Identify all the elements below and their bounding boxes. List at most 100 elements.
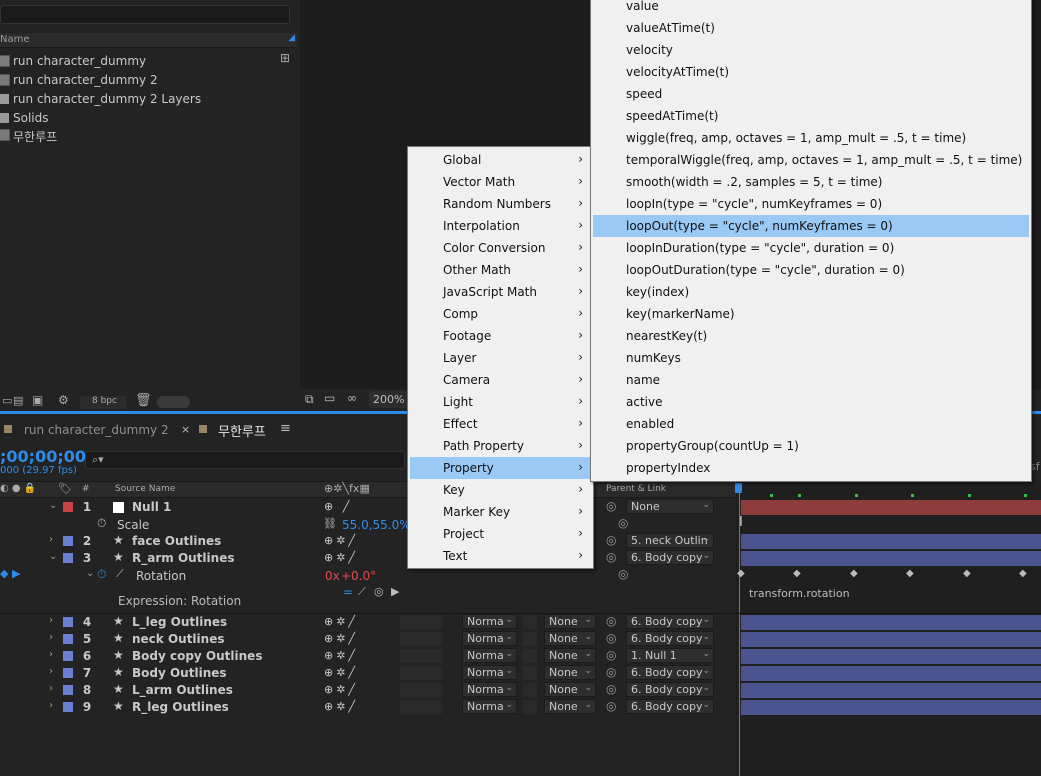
menu-item[interactable]: loopOutDuration(type = "cycle", duration…	[593, 259, 1029, 281]
scale-value[interactable]: 55.0,55.0%	[342, 518, 411, 532]
menu-item[interactable]: velocityAtTime(t)	[593, 61, 1029, 83]
menu-item[interactable]: Color Conversion ›	[410, 237, 591, 259]
project-column-header[interactable]: Name ◢	[0, 33, 297, 48]
constrain-link-icon[interactable]: ⛓	[323, 517, 337, 530]
layer-bar[interactable]	[741, 666, 1041, 681]
label-color[interactable]	[63, 502, 73, 512]
project-item[interactable]: 무한루프	[0, 126, 297, 145]
menu-item[interactable]: Property ›	[410, 457, 591, 479]
layer-row[interactable]: › 9 ★ R_leg Outlines ⊕✲╱ Norma ⌄ None ⌄ ◎ 6. Body …	[0, 699, 736, 716]
layer-name[interactable]: neck Outlines	[132, 632, 224, 646]
mode-dropdown[interactable]: Norma ⌄	[462, 648, 517, 663]
menu-item[interactable]: value	[593, 0, 1029, 17]
layer-bar[interactable]	[741, 683, 1041, 698]
marker[interactable]	[798, 494, 801, 497]
menu-item[interactable]: Marker Key ›	[410, 501, 591, 523]
keyframe-nav-icon[interactable]: ◆ ▶	[0, 567, 20, 580]
hamburger-icon[interactable]: ≡	[280, 421, 291, 436]
twirl-right-icon[interactable]: ›	[49, 649, 53, 660]
twirl-right-icon[interactable]: ›	[49, 683, 53, 694]
project-item[interactable]: run character_dummy 2	[0, 71, 297, 90]
marker[interactable]	[1024, 494, 1027, 497]
layer-name[interactable]: Null 1	[132, 500, 171, 514]
menu-item[interactable]: Effect ›	[410, 413, 591, 435]
menu-item[interactable]: Footage ›	[410, 325, 591, 347]
mode-dropdown[interactable]: Norma ⌄	[462, 631, 517, 646]
source-name-column[interactable]: Source Name	[115, 484, 175, 494]
layer-switches[interactable]: ⊕✲╱	[324, 615, 358, 628]
blank-switches[interactable]	[400, 615, 442, 629]
track-matte-dropdown[interactable]: None ⌄	[544, 648, 596, 663]
menu-item[interactable]: Camera ›	[410, 369, 591, 391]
layer-switches[interactable]: ⊕✲╱	[324, 551, 358, 564]
menu-item[interactable]: Path Property ›	[410, 435, 591, 457]
mode-dropdown[interactable]: Norma ⌄	[462, 682, 517, 697]
mode-dropdown[interactable]: Norma ⌄	[462, 614, 517, 629]
layer-name[interactable]: Body copy Outlines	[132, 649, 262, 663]
twirl-right-icon[interactable]: ›	[49, 632, 53, 643]
project-item[interactable]: run character_dummy	[0, 52, 297, 71]
twirl-right-icon[interactable]: ›	[49, 615, 53, 626]
property-row-scale[interactable]: ⏱ Scale ⛓ 55.0,55.0% ◎	[0, 516, 736, 533]
pickwhip-icon[interactable]: ◎	[606, 499, 616, 513]
marker[interactable]	[911, 494, 914, 497]
layer-switches[interactable]: ⊕✲╱	[324, 534, 358, 547]
pickwhip-icon[interactable]: ◎	[606, 614, 616, 628]
stopwatch-icon[interactable]: ⏱	[97, 516, 106, 531]
menu-item[interactable]: propertyIndex	[593, 457, 1029, 479]
keyframe[interactable]: ◆	[850, 568, 858, 579]
expression-enable-icon[interactable]: =	[343, 585, 353, 599]
label-color[interactable]	[63, 536, 73, 546]
pickwhip-icon[interactable]: ◎	[606, 550, 616, 564]
stopwatch-icon[interactable]: ⏱	[97, 567, 106, 582]
cti-head[interactable]	[735, 483, 742, 493]
layer-bar[interactable]	[741, 500, 1041, 515]
menu-item[interactable]: speedAtTime(t)	[593, 105, 1029, 127]
tab-run-character-dummy-2[interactable]: run character_dummy 2	[0, 418, 170, 440]
av-features-icons[interactable]: ◐ ● 🔒	[0, 483, 36, 494]
preserve-transparency-toggle[interactable]	[523, 632, 537, 646]
menu-item[interactable]: temporalWiggle(freq, amp, octaves = 1, a…	[593, 149, 1029, 171]
pickwhip-icon[interactable]: ◎	[618, 567, 628, 581]
pickwhip-icon[interactable]: ◎	[606, 533, 616, 547]
twirl-right-icon[interactable]: ›	[49, 700, 53, 711]
marker[interactable]	[968, 494, 971, 497]
parent-dropdown[interactable]: 6. Body copy ⌄	[626, 614, 714, 629]
parent-dropdown[interactable]: 6. Body copy ⌄	[626, 550, 714, 565]
preserve-transparency-toggle[interactable]	[523, 700, 537, 714]
menu-item[interactable]: loopIn(type = "cycle", numKeyframes = 0)	[593, 193, 1029, 215]
label-color[interactable]	[63, 651, 73, 661]
twirl-right-icon[interactable]: ›	[49, 666, 53, 677]
pickwhip-icon[interactable]: ◎	[606, 631, 616, 645]
menu-item[interactable]: Layer ›	[410, 347, 591, 369]
pickwhip-icon[interactable]: ◎	[606, 648, 616, 662]
project-item[interactable]: run character_dummy 2 Layers	[0, 90, 297, 109]
menu-item[interactable]: Vector Math ›	[410, 171, 591, 193]
label-color[interactable]	[63, 634, 73, 644]
pickwhip-icon[interactable]: ◎	[606, 682, 616, 696]
label-color[interactable]	[63, 685, 73, 695]
menu-item[interactable]: Global ›	[410, 149, 591, 171]
parent-dropdown[interactable]: None ⌄	[626, 499, 714, 514]
label-column-icon[interactable]: 🏷	[58, 482, 72, 495]
twirl-down-icon[interactable]: ⌄	[86, 568, 94, 579]
keyframe[interactable]: ◆	[906, 568, 914, 579]
menu-item[interactable]: active	[593, 391, 1029, 413]
rotation-revolutions[interactable]: 0x	[325, 569, 340, 583]
menu-item[interactable]: loopInDuration(type = "cycle", duration …	[593, 237, 1029, 259]
menu-item[interactable]: Random Numbers ›	[410, 193, 591, 215]
snapshot-icon[interactable]: ⧉	[305, 392, 314, 407]
layer-bar[interactable]	[741, 615, 1041, 630]
sort-indicator-icon[interactable]: ◢	[288, 33, 295, 43]
trash-icon[interactable]: 🗑	[135, 393, 152, 408]
menu-item[interactable]: key(index)	[593, 281, 1029, 303]
menu-item[interactable]: JavaScript Math ›	[410, 281, 591, 303]
track-matte-dropdown[interactable]: None ⌄	[544, 631, 596, 646]
track-matte-dropdown[interactable]: None ⌄	[544, 614, 596, 629]
layer-switches[interactable]: ⊕✲╱	[324, 700, 358, 713]
project-search-field[interactable]	[0, 5, 290, 24]
blank-switches[interactable]	[400, 649, 442, 663]
layer-name[interactable]: R_leg Outlines	[132, 700, 229, 714]
preserve-transparency-toggle[interactable]	[523, 666, 537, 680]
expression-language-menu-icon[interactable]: ▶	[391, 585, 399, 598]
